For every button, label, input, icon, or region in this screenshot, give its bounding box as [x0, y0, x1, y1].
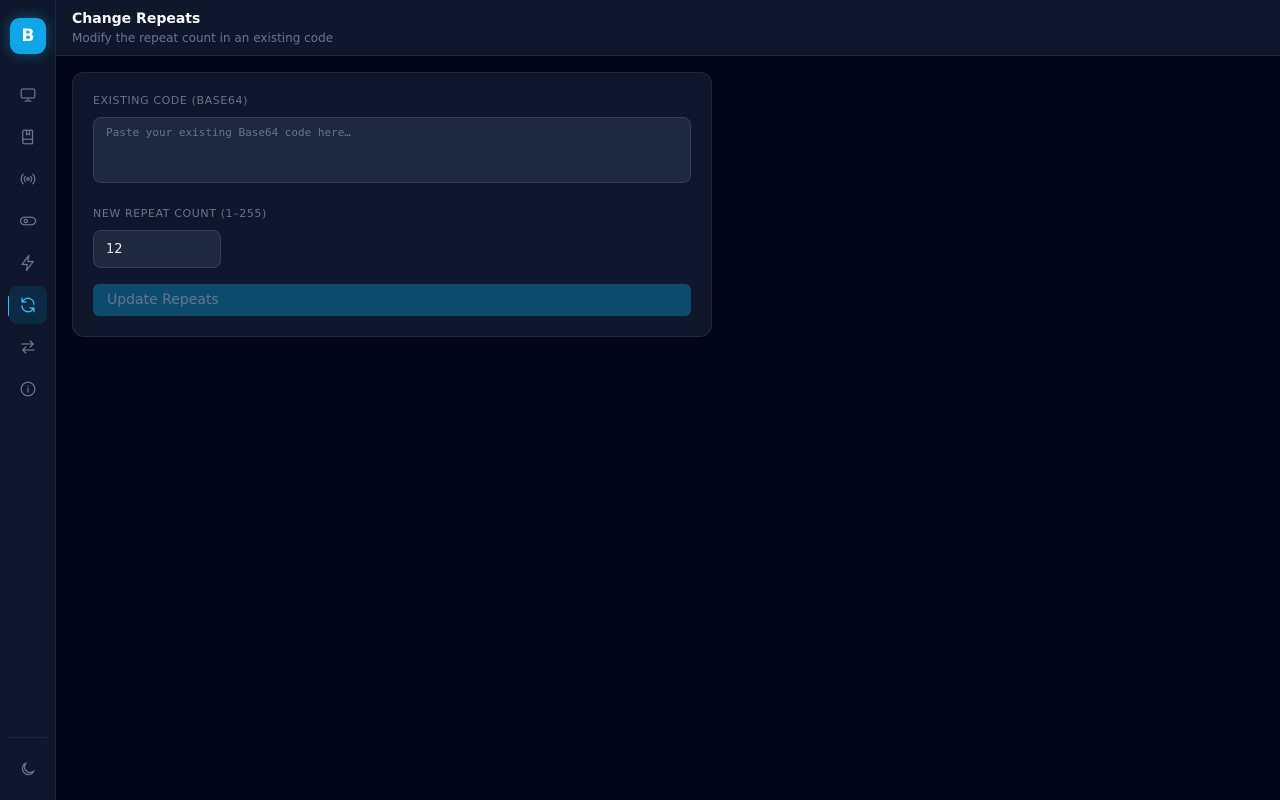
book-icon: [22, 129, 34, 145]
page-subtitle: Modify the repeat count in an existing c…: [72, 31, 334, 45]
sidebar-divider: [8, 737, 47, 738]
sidebar-item-broadcast[interactable]: [9, 160, 47, 198]
toggle-icon: [19, 216, 37, 226]
sidebar-item-monitor[interactable]: [9, 76, 47, 114]
update-repeats-button[interactable]: Update Repeats: [93, 284, 691, 316]
theme-toggle-button[interactable]: [9, 750, 47, 788]
sidebar-item-library[interactable]: [9, 118, 47, 156]
monitor-icon: [20, 88, 36, 102]
broadcast-icon: [20, 173, 36, 185]
repeat-count-input[interactable]: [93, 230, 221, 268]
change-repeats-card: EXISTING CODE (BASE64) NEW REPEAT COUNT …: [72, 72, 712, 337]
sidebar-item-convert[interactable]: [9, 328, 47, 366]
sidebar-item-toggle[interactable]: [9, 202, 47, 240]
existing-code-input[interactable]: [93, 117, 691, 183]
sidebar-item-about[interactable]: [9, 370, 47, 408]
existing-code-label: EXISTING CODE (BASE64): [93, 94, 248, 107]
page-header: Change Repeats Modify the repeat count i…: [56, 0, 1280, 56]
lightning-icon: [21, 254, 34, 272]
swap-arrows-icon: [21, 340, 35, 354]
info-icon: [20, 381, 36, 397]
sidebar-item-change-repeats[interactable]: [9, 286, 47, 324]
page-title: Change Repeats: [72, 11, 201, 27]
refresh-icon: [21, 297, 35, 313]
sidebar: B: [0, 0, 56, 800]
repeat-count-label: NEW REPEAT COUNT (1–255): [93, 207, 267, 220]
app-logo[interactable]: B: [10, 18, 46, 54]
moon-icon: [21, 762, 35, 776]
sidebar-item-lightning[interactable]: [9, 244, 47, 282]
